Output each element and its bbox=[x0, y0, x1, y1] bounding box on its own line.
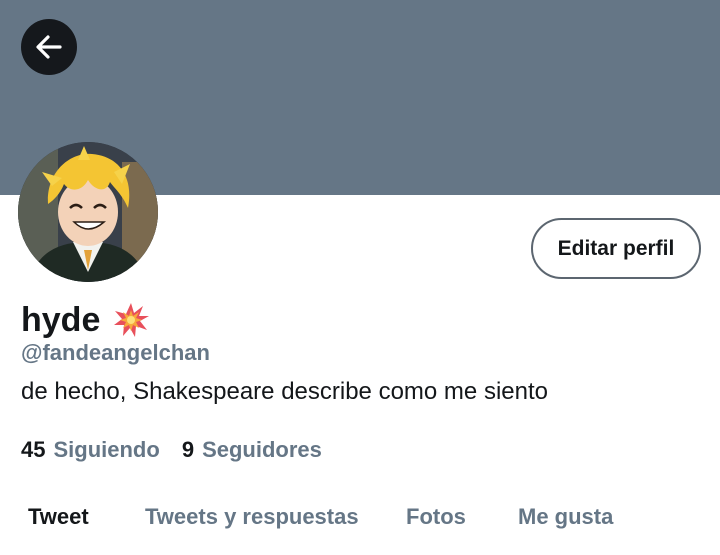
tab-tweets[interactable]: Tweet bbox=[28, 504, 89, 530]
following-stat[interactable]: 45 Siguiendo bbox=[21, 437, 160, 463]
followers-stat[interactable]: 9 Seguidores bbox=[182, 437, 322, 463]
followers-label: Seguidores bbox=[202, 437, 322, 462]
avatar[interactable] bbox=[18, 142, 158, 282]
following-label: Siguiendo bbox=[53, 437, 160, 462]
collision-emoji bbox=[114, 303, 150, 337]
tab-tweets-and-replies[interactable]: Tweets y respuestas bbox=[145, 504, 359, 530]
profile-tabs: Tweet Tweets y respuestas Fotos Me gusta bbox=[0, 500, 720, 540]
edit-profile-button[interactable]: Editar perfil bbox=[531, 218, 701, 279]
tab-photos[interactable]: Fotos bbox=[406, 504, 466, 530]
followers-count: 9 bbox=[181, 437, 195, 462]
profile-stats: 45 Siguiendo 9 Seguidores bbox=[21, 437, 322, 463]
profile-bio: de hecho, Shakespeare describe como me s… bbox=[21, 378, 548, 405]
display-name: hyde bbox=[21, 300, 101, 339]
tab-likes[interactable]: Me gusta bbox=[518, 504, 613, 530]
edit-profile-label: Editar perfil bbox=[557, 236, 675, 260]
profile-handle: @fandeangelchan bbox=[21, 340, 210, 365]
profile-page: Editar perfil hyde @fandeangelchan de he… bbox=[0, 0, 720, 555]
name-row: hyde bbox=[21, 298, 150, 342]
arrow-left-icon bbox=[36, 35, 62, 59]
back-button[interactable] bbox=[21, 19, 77, 75]
avatar-image bbox=[18, 142, 158, 282]
following-count: 45 bbox=[21, 437, 46, 462]
